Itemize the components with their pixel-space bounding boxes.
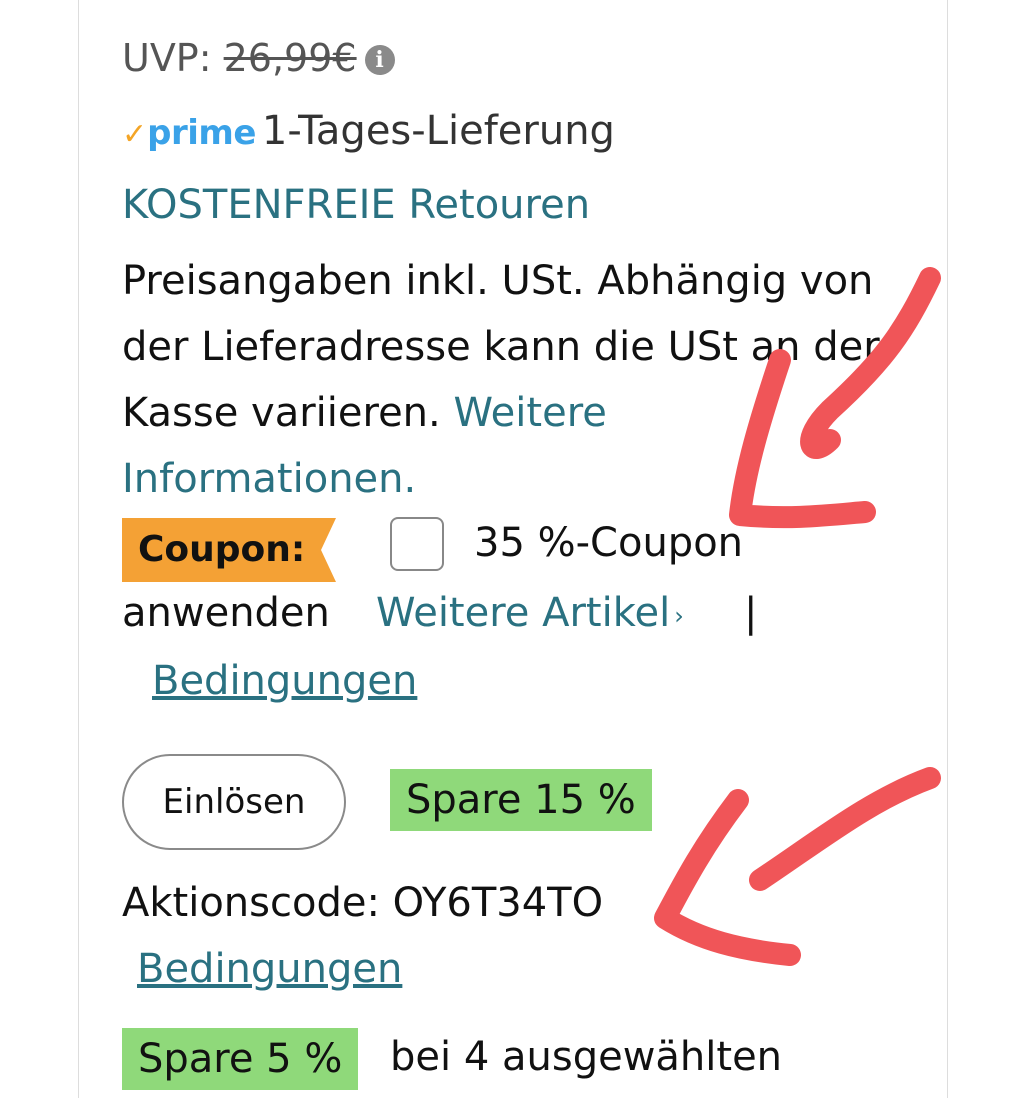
check-icon: ✓ [122, 117, 148, 152]
coupon-apply-text: anwenden [122, 590, 330, 636]
vat-notice: Preisangaben inkl. USt. Abhängig von der… [122, 248, 882, 512]
promo-code: Aktionscode: OY6T34TO [122, 880, 604, 926]
uvp-value: 26,99€ [223, 36, 357, 80]
more-items-link[interactable]: Weitere Artikel › [376, 590, 684, 636]
redeem-button[interactable]: Einlösen [122, 754, 346, 850]
save-badge-5: Spare 5 % [122, 1028, 359, 1090]
save-badge-15: Spare 15 % [390, 769, 652, 831]
info-icon[interactable]: i [364, 45, 395, 75]
promo-terms-link[interactable]: Bedingungen [137, 946, 402, 992]
coupon-text: 35 %-Coupon [474, 520, 744, 566]
coupon-terms-link[interactable]: Bedingungen [152, 658, 417, 704]
more-items-label: Weitere Artikel [376, 590, 671, 636]
coupon-checkbox[interactable] [390, 517, 444, 571]
prime-logo: prime [147, 113, 256, 153]
selected-items-text: bei 4 ausgewählten [390, 1034, 783, 1080]
uvp-price: UVP: 26,99€ i [122, 36, 395, 80]
free-returns-link[interactable]: KOSTENFREIE Retouren [122, 182, 590, 228]
chevron-right-icon: › [674, 602, 684, 630]
separator: | [744, 590, 758, 636]
delivery-text: 1-Tages-Lieferung [261, 108, 615, 154]
coupon-badge: Coupon: [122, 518, 336, 582]
uvp-label: UVP: [122, 36, 212, 80]
prime-delivery: ✓prime 1-Tages-Lieferung [122, 108, 615, 154]
